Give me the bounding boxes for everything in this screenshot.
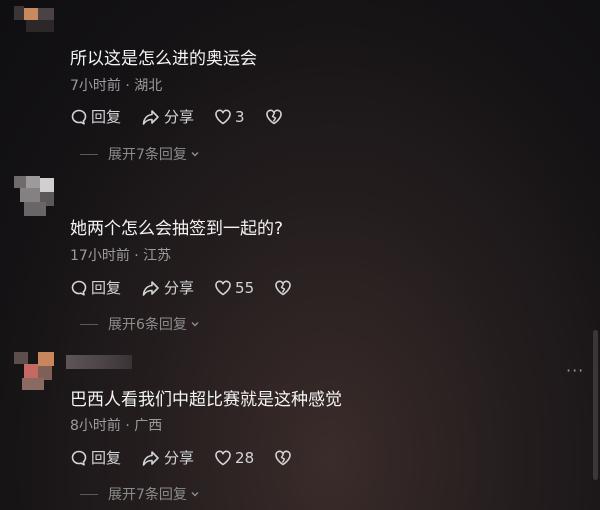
share-label: 分享 (164, 449, 195, 467)
like-count: 3 (235, 107, 245, 126)
broken-heart-icon (275, 450, 291, 465)
heart-icon (215, 280, 231, 295)
like-count: 55 (235, 278, 255, 297)
username-blurred (66, 355, 132, 369)
expand-label: 展开6条回复 (108, 317, 187, 333)
share-icon (142, 280, 159, 296)
expand-label: 展开7条回复 (108, 487, 187, 503)
avatar[interactable] (14, 352, 58, 400)
share-label: 分享 (164, 108, 195, 126)
reply-button[interactable]: 回复 (70, 277, 121, 298)
reply-button[interactable]: 回复 (70, 106, 121, 127)
dislike-button[interactable] (265, 108, 286, 126)
share-button[interactable]: 分享 (141, 106, 194, 127)
share-icon (142, 109, 159, 125)
heart-icon (215, 109, 231, 124)
divider-line (80, 153, 98, 155)
like-button[interactable]: 28 (214, 449, 254, 467)
expand-replies-button[interactable]: 展开7条回复 (80, 484, 201, 504)
avatar[interactable] (14, 176, 58, 224)
comment-actions: 回复 分享 55 (70, 277, 315, 298)
like-button[interactable]: 55 (214, 279, 254, 297)
share-button[interactable]: 分享 (141, 277, 194, 298)
broken-heart-icon (265, 109, 282, 124)
like-count: 28 (235, 448, 255, 467)
comment-text: 所以这是怎么进的奥运会 (70, 49, 257, 69)
avatar[interactable] (14, 6, 58, 54)
reply-label: 回复 (91, 279, 122, 297)
comment-meta: 8小时前 · 广西 (70, 418, 163, 434)
reply-icon (71, 280, 87, 296)
divider-line (80, 493, 98, 495)
comment-text: 巴西人看我们中超比赛就是这种感觉 (70, 390, 342, 410)
broken-heart-icon (275, 280, 291, 295)
comment-text: 她两个怎么会抽签到一起的? (70, 219, 284, 239)
reply-button[interactable]: 回复 (70, 447, 121, 468)
more-icon[interactable]: ··· (566, 361, 584, 380)
expand-replies-button[interactable]: 展开6条回复 (80, 314, 201, 334)
like-button[interactable]: 3 (214, 108, 245, 126)
chevron-down-icon (191, 152, 199, 157)
reply-label: 回复 (91, 449, 122, 467)
reply-label: 回复 (91, 108, 122, 126)
dislike-button[interactable] (274, 279, 295, 297)
heart-icon (215, 450, 231, 465)
share-icon (142, 450, 159, 466)
comment-meta: 17小时前 · 江苏 (70, 248, 172, 264)
chevron-down-icon (191, 492, 199, 497)
dislike-button[interactable] (274, 449, 295, 467)
comment-actions: 回复 分享 28 (70, 447, 315, 468)
comment-meta: 7小时前 · 湖北 (70, 78, 163, 94)
share-label: 分享 (164, 279, 195, 297)
divider-line (80, 323, 98, 325)
share-button[interactable]: 分享 (141, 447, 194, 468)
chevron-down-icon (191, 322, 199, 327)
comment-actions: 回复 分享 3 (70, 106, 306, 127)
reply-icon (71, 450, 87, 466)
expand-label: 展开7条回复 (108, 147, 187, 163)
reply-icon (71, 109, 87, 125)
expand-replies-button[interactable]: 展开7条回复 (80, 144, 201, 164)
scrollbar[interactable] (593, 330, 598, 480)
